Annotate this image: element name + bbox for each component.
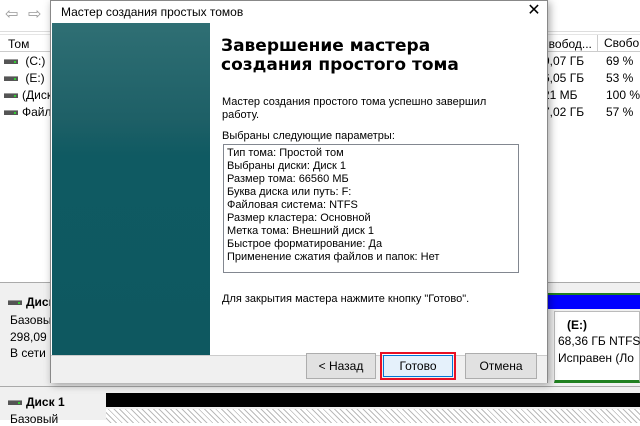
unallocated-bar <box>106 393 640 407</box>
volume-row[interactable]: Файл <box>4 105 52 122</box>
volume-row[interactable]: (C:) <box>4 54 45 71</box>
drive-icon <box>4 110 18 116</box>
param-line: Размер тома: 66560 МБ <box>227 173 349 185</box>
params-label: Выбраны следующие параметры: <box>222 130 395 142</box>
column-volume[interactable]: Том <box>8 37 29 51</box>
disk1-label[interactable]: Диск 1 <box>8 395 65 409</box>
disk0-label[interactable]: Диск <box>8 295 55 309</box>
free-pct-value: 100 % <box>606 88 640 102</box>
partition-e-status: Исправен (Ло <box>558 351 634 365</box>
divider <box>0 386 640 387</box>
partition-e[interactable]: (E:) 68,36 ГБ NTFS Исправен (Ло <box>554 311 640 383</box>
unallocated-space[interactable] <box>106 409 640 423</box>
volume-row[interactable]: (Диск <box>4 88 52 105</box>
drive-icon <box>8 400 22 406</box>
dialog-title: Мастер создания простых томов <box>61 5 244 19</box>
disk0-type: Базовы <box>10 313 52 327</box>
param-line: Быстрое форматирование: Да <box>227 238 383 250</box>
back-button[interactable]: < Назад <box>306 353 376 379</box>
param-line: Размер кластера: Основной <box>227 212 371 224</box>
wizard-banner-image <box>52 23 210 355</box>
partition-e-label: (E:) <box>567 318 587 332</box>
success-text: Мастер создания простого тома успешно за… <box>222 96 487 121</box>
param-line: Метка тома: Внешний диск 1 <box>227 225 374 237</box>
free-value: 7,02 ГБ <box>543 105 585 119</box>
params-listbox[interactable]: Тип тома: Простой том Выбраны диски: Диск… <box>223 144 519 273</box>
forward-arrow-icon[interactable]: ⇨ <box>28 7 44 23</box>
close-hint: Для закрытия мастера нажмите кнопку "Гот… <box>222 293 470 305</box>
disk0-size: 298,09 I <box>10 330 54 344</box>
free-value: 6,05 ГБ <box>543 71 585 85</box>
param-line: Файловая система: NTFS <box>227 199 358 211</box>
disk1-type: Базовый <box>10 412 59 426</box>
close-icon[interactable]: ✕ <box>521 1 547 21</box>
param-line: Выбраны диски: Диск 1 <box>227 160 347 172</box>
new-simple-volume-wizard: Мастер создания простых томов ✕ Завершен… <box>50 0 548 383</box>
partition-e-size: 68,36 ГБ NTFS <box>558 334 640 348</box>
drive-icon <box>4 59 18 65</box>
param-line: Применение сжатия файлов и папок: Нет <box>227 251 440 263</box>
free-value: 21 МБ <box>543 88 578 102</box>
param-line: Тип тома: Простой том <box>227 147 344 159</box>
drive-icon <box>8 300 22 306</box>
drive-icon <box>4 76 18 82</box>
disk0-status: В сети <box>10 346 46 360</box>
partition-e-bar <box>548 293 640 309</box>
free-value: 9,07 ГБ <box>543 54 585 68</box>
page-heading: Завершение мастера создания простого том… <box>221 36 459 75</box>
free-pct-value: 57 % <box>606 105 634 119</box>
param-line: Буква диска или путь: F: <box>227 186 352 198</box>
column-free-pct[interactable]: Свобо <box>597 35 639 51</box>
finish-button[interactable]: Готово <box>383 355 453 377</box>
cancel-button[interactable]: Отмена <box>465 353 537 379</box>
free-pct-value: 69 % <box>606 54 634 68</box>
back-arrow-icon[interactable]: ⇦ <box>5 7 21 23</box>
drive-icon <box>4 93 18 99</box>
free-pct-value: 53 % <box>606 71 634 85</box>
finish-highlight: Готово <box>380 352 456 380</box>
volume-row[interactable]: (E:) <box>4 71 45 88</box>
